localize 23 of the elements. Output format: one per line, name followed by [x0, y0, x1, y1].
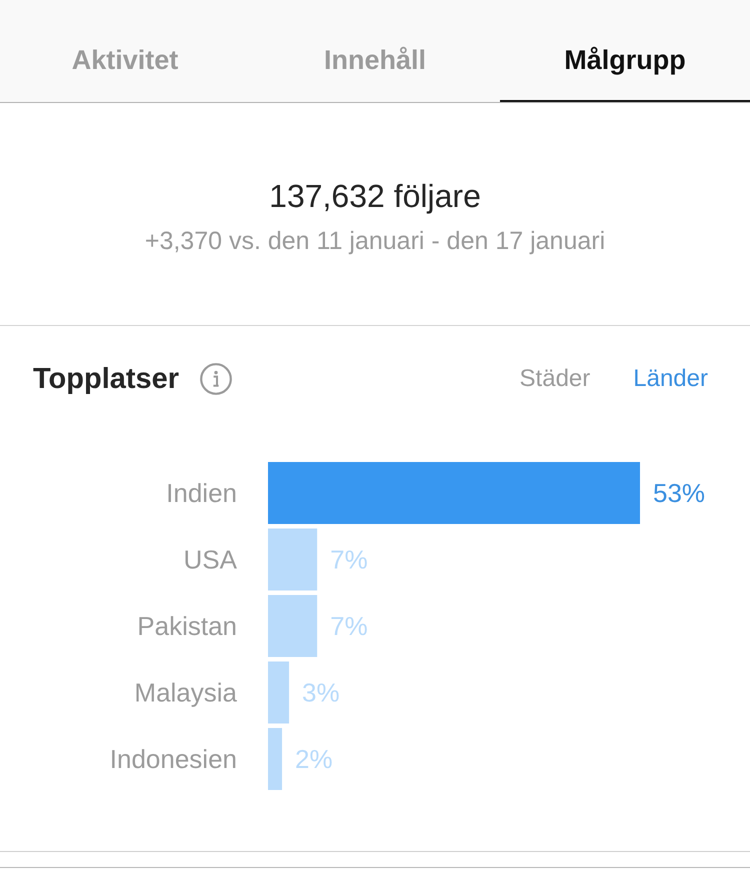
bar: [268, 528, 318, 590]
category-label: Pakistan: [137, 611, 237, 641]
value-label: 7%: [330, 544, 368, 574]
follower-change: +3,370 vs. den 11 januari - den 17 januari: [144, 226, 606, 257]
tab[interactable]: Aktivitet: [0, 0, 250, 102]
value-label: 3%: [302, 678, 340, 708]
filter-tab[interactable]: Länder: [633, 365, 708, 393]
follower-count: 137,632 följare: [268, 177, 482, 215]
bar: [268, 595, 318, 657]
info-icon[interactable]: [200, 363, 232, 395]
tab[interactable]: Innehåll: [250, 0, 500, 102]
category-label: Indien: [166, 478, 237, 508]
filter-tab[interactable]: Städer: [520, 365, 590, 393]
bar: [268, 662, 290, 724]
category-label: Malaysia: [134, 678, 237, 708]
category-label: Indonesien: [110, 744, 237, 774]
value-label: 53%: [653, 478, 706, 508]
category-label: USA: [184, 544, 237, 574]
value-label: 7%: [330, 611, 368, 641]
section-title: Topplatser: [33, 362, 180, 396]
bar: [268, 728, 282, 790]
tab[interactable]: Målgrupp: [500, 0, 750, 102]
value-label: 2%: [295, 744, 333, 774]
